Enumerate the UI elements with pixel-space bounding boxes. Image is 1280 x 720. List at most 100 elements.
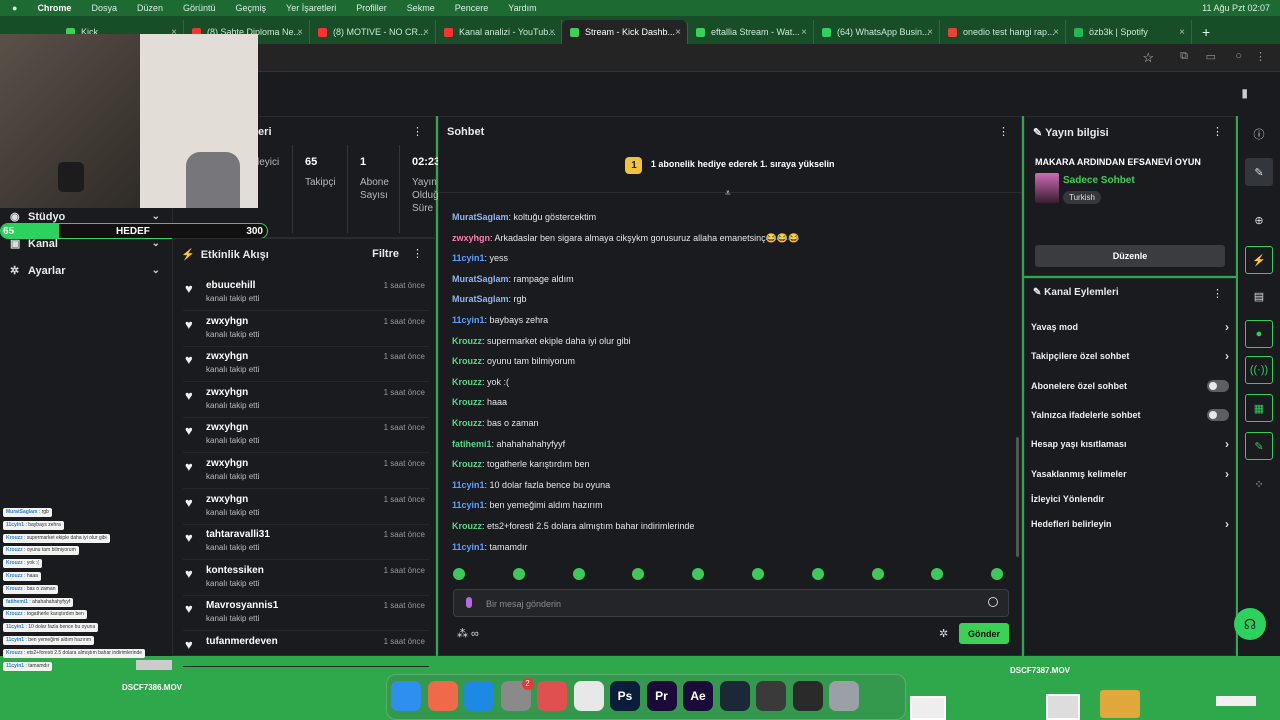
browser-tab[interactable]: (64) WhatsApp Busin... × [814, 20, 940, 44]
chat-scrollbar[interactable] [1016, 437, 1019, 557]
feed-item[interactable]: ♥ zwxyhgn kanalı takip etti 1 saat önce [183, 312, 429, 347]
emote-icon[interactable] [572, 568, 585, 580]
chat-username[interactable]: 11cyin1 [452, 542, 485, 552]
microphone-icon[interactable] [466, 597, 472, 608]
browser-tab[interactable]: eftallia Stream - Wat... × [688, 20, 814, 44]
menubar-item[interactable]: Profiller [356, 3, 387, 13]
emote-icon[interactable] [871, 568, 884, 580]
after-effects-icon[interactable]: Ae [683, 681, 713, 711]
menubar-item[interactable]: Yer İşaretleri [286, 3, 336, 13]
calculator-icon[interactable] [756, 681, 786, 711]
emote-icon[interactable] [931, 568, 944, 580]
sidebar-icon[interactable]: ▭ [1206, 50, 1216, 63]
emote-icon[interactable] [692, 568, 705, 580]
browser-menu-icon[interactable]: ⋮ [1255, 50, 1266, 63]
scroll-down-icon[interactable]: ⩡ [725, 188, 731, 199]
tab-close-icon[interactable]: × [1053, 27, 1059, 38]
chat-username[interactable]: 11cyin1 [452, 253, 485, 263]
chat-username[interactable]: Krouzz [452, 418, 482, 428]
channel-action-item[interactable]: Yasaklanmış kelimeler › [1031, 464, 1229, 484]
channel-action-item[interactable]: Yalnızca ifadelerle sohbet [1031, 405, 1229, 425]
feed-item[interactable]: ♥ tufanmerdeven 1 saat önce [183, 632, 429, 667]
more-options-icon[interactable]: ⋮ [1212, 287, 1223, 300]
edit-button[interactable]: Düzenle [1035, 245, 1225, 267]
gear-icon[interactable]: ✲ [939, 627, 948, 640]
chat-username[interactable]: Krouzz [452, 336, 482, 346]
feed-item[interactable]: ♥ zwxyhgn kanalı takip etti 1 saat önce [183, 454, 429, 489]
emote-icon[interactable] [453, 568, 465, 580]
feed-item[interactable]: ♥ tahtaravalli31 kanalı takip etti 1 saat ö… [183, 525, 429, 561]
tab-close-icon[interactable]: × [549, 27, 555, 38]
feed-item[interactable]: ♥ ebuucehill kanalı takip etti 1 saat önce [183, 276, 429, 311]
safari-icon[interactable] [464, 681, 494, 711]
chat-username[interactable]: Krouzz [452, 397, 482, 407]
apps-icon[interactable]: ⁘ [1245, 470, 1273, 498]
desktop-image-thumb[interactable] [1046, 694, 1080, 720]
notifications-icon[interactable]: ▮ [1241, 86, 1248, 100]
more-options-icon[interactable]: ⋮ [412, 247, 423, 260]
tab-close-icon[interactable]: × [1179, 27, 1185, 38]
channel-action-item[interactable]: İzleyici Yönlendir [1031, 489, 1229, 509]
chat-username[interactable]: MuratSaglam [452, 212, 509, 222]
tab-close-icon[interactable]: × [801, 27, 807, 38]
browser-tab-active[interactable]: Stream - Kick Dashb... × [562, 20, 688, 44]
chat-username[interactable]: 11cyin1 [452, 500, 485, 510]
tab-close-icon[interactable]: × [675, 27, 681, 38]
chat-message-input[interactable] [486, 595, 966, 613]
channel-action-item[interactable]: Takipçilere özel sohbet › [1031, 346, 1229, 366]
nav-item-studio[interactable]: ◉ Stüdyo ⌄ [10, 210, 160, 224]
chat-username[interactable]: Krouzz [452, 521, 482, 531]
emote-icon[interactable] [512, 568, 525, 580]
send-button[interactable]: Gönder [959, 623, 1009, 644]
launchpad-icon[interactable] [427, 681, 458, 711]
browser-tab[interactable]: özb3k | Spotify × [1066, 20, 1192, 44]
chat-username[interactable]: MuratSaglam [452, 274, 509, 284]
stream-category[interactable]: Sadece Sohbet [1063, 175, 1135, 186]
feed-item-name[interactable]: kontessiken [206, 565, 264, 576]
feed-item-name[interactable]: zwxyhgn [206, 458, 248, 469]
desktop-file-label[interactable]: DSCF7387.MOV [1010, 666, 1070, 675]
emote-icon[interactable] [632, 568, 645, 580]
feed-item[interactable]: ♥ zwxyhgn kanalı takip etti 1 saat önce [183, 383, 429, 418]
desktop-file-label[interactable]: DSCF7386.MOV [122, 683, 182, 692]
browser-tab[interactable]: Kanal analizi - YouTub... × [436, 20, 562, 44]
photoshop-icon[interactable]: Ps [610, 681, 640, 711]
new-tab-icon[interactable]: + [1192, 20, 1220, 44]
nav-item-settings[interactable]: ✲ Ayarlar ⌄ [10, 264, 160, 278]
feed-filter-button[interactable]: Filtre [372, 248, 399, 260]
emoji-picker-icon[interactable] [988, 597, 998, 607]
feed-item-name[interactable]: zwxyhgn [206, 422, 248, 433]
emote-icon[interactable] [991, 568, 1004, 580]
tab-close-icon[interactable]: × [927, 27, 933, 38]
feed-item-name[interactable]: zwxyhgn [206, 351, 248, 362]
bookmark-star-icon[interactable]: ☆ [1142, 50, 1154, 66]
feed-item-name[interactable]: zwxyhgn [206, 494, 248, 505]
more-options-icon[interactable]: ⋮ [998, 125, 1009, 138]
channel-action-item[interactable]: Hedefleri belirleyin › [1031, 514, 1229, 534]
menubar-item[interactable]: Geçmiş [236, 3, 267, 13]
feed-item-name[interactable]: zwxyhgn [206, 316, 248, 327]
feed-item-name[interactable]: tahtaravalli31 [206, 529, 270, 540]
menubar-item[interactable]: Dosya [91, 3, 117, 13]
toggle-switch[interactable] [1207, 409, 1229, 421]
info-icon[interactable]: ⓘ [1245, 120, 1273, 148]
menubar-clock[interactable]: 11 Ağu Pzt 02:07 [1202, 3, 1270, 13]
channel-action-item[interactable]: Hesap yaşı kısıtlaması › [1031, 434, 1229, 454]
chat-username[interactable]: Krouzz [452, 459, 482, 469]
feed-item[interactable]: ♥ zwxyhgn kanalı takip etti 1 saat önce [183, 347, 429, 383]
menubar-item[interactable]: Sekme [407, 3, 435, 13]
desktop-screenshot-thumb[interactable] [1216, 696, 1256, 706]
wrench-icon[interactable]: ✎ [1245, 432, 1273, 460]
menubar-item[interactable]: Yardım [508, 3, 536, 13]
tab-close-icon[interactable]: × [423, 27, 429, 38]
browser-tab[interactable]: onedio test hangi rap... × [940, 20, 1066, 44]
chat-username[interactable]: 11cyin1 [452, 480, 485, 490]
tab-close-icon[interactable]: × [297, 27, 303, 38]
document-icon[interactable]: ▤ [1245, 282, 1273, 310]
premiere-icon[interactable]: Pr [646, 681, 677, 711]
apple-icon[interactable]: ● [12, 3, 17, 13]
feed-item[interactable]: ♥ kontessiken kanalı takip etti 1 saat önce [183, 561, 429, 596]
support-headset-icon[interactable]: ☊ [1234, 608, 1266, 640]
channel-action-item[interactable]: Abonelere özel sohbet [1031, 376, 1229, 396]
crosshair-icon[interactable]: ⊕ [1245, 206, 1273, 234]
